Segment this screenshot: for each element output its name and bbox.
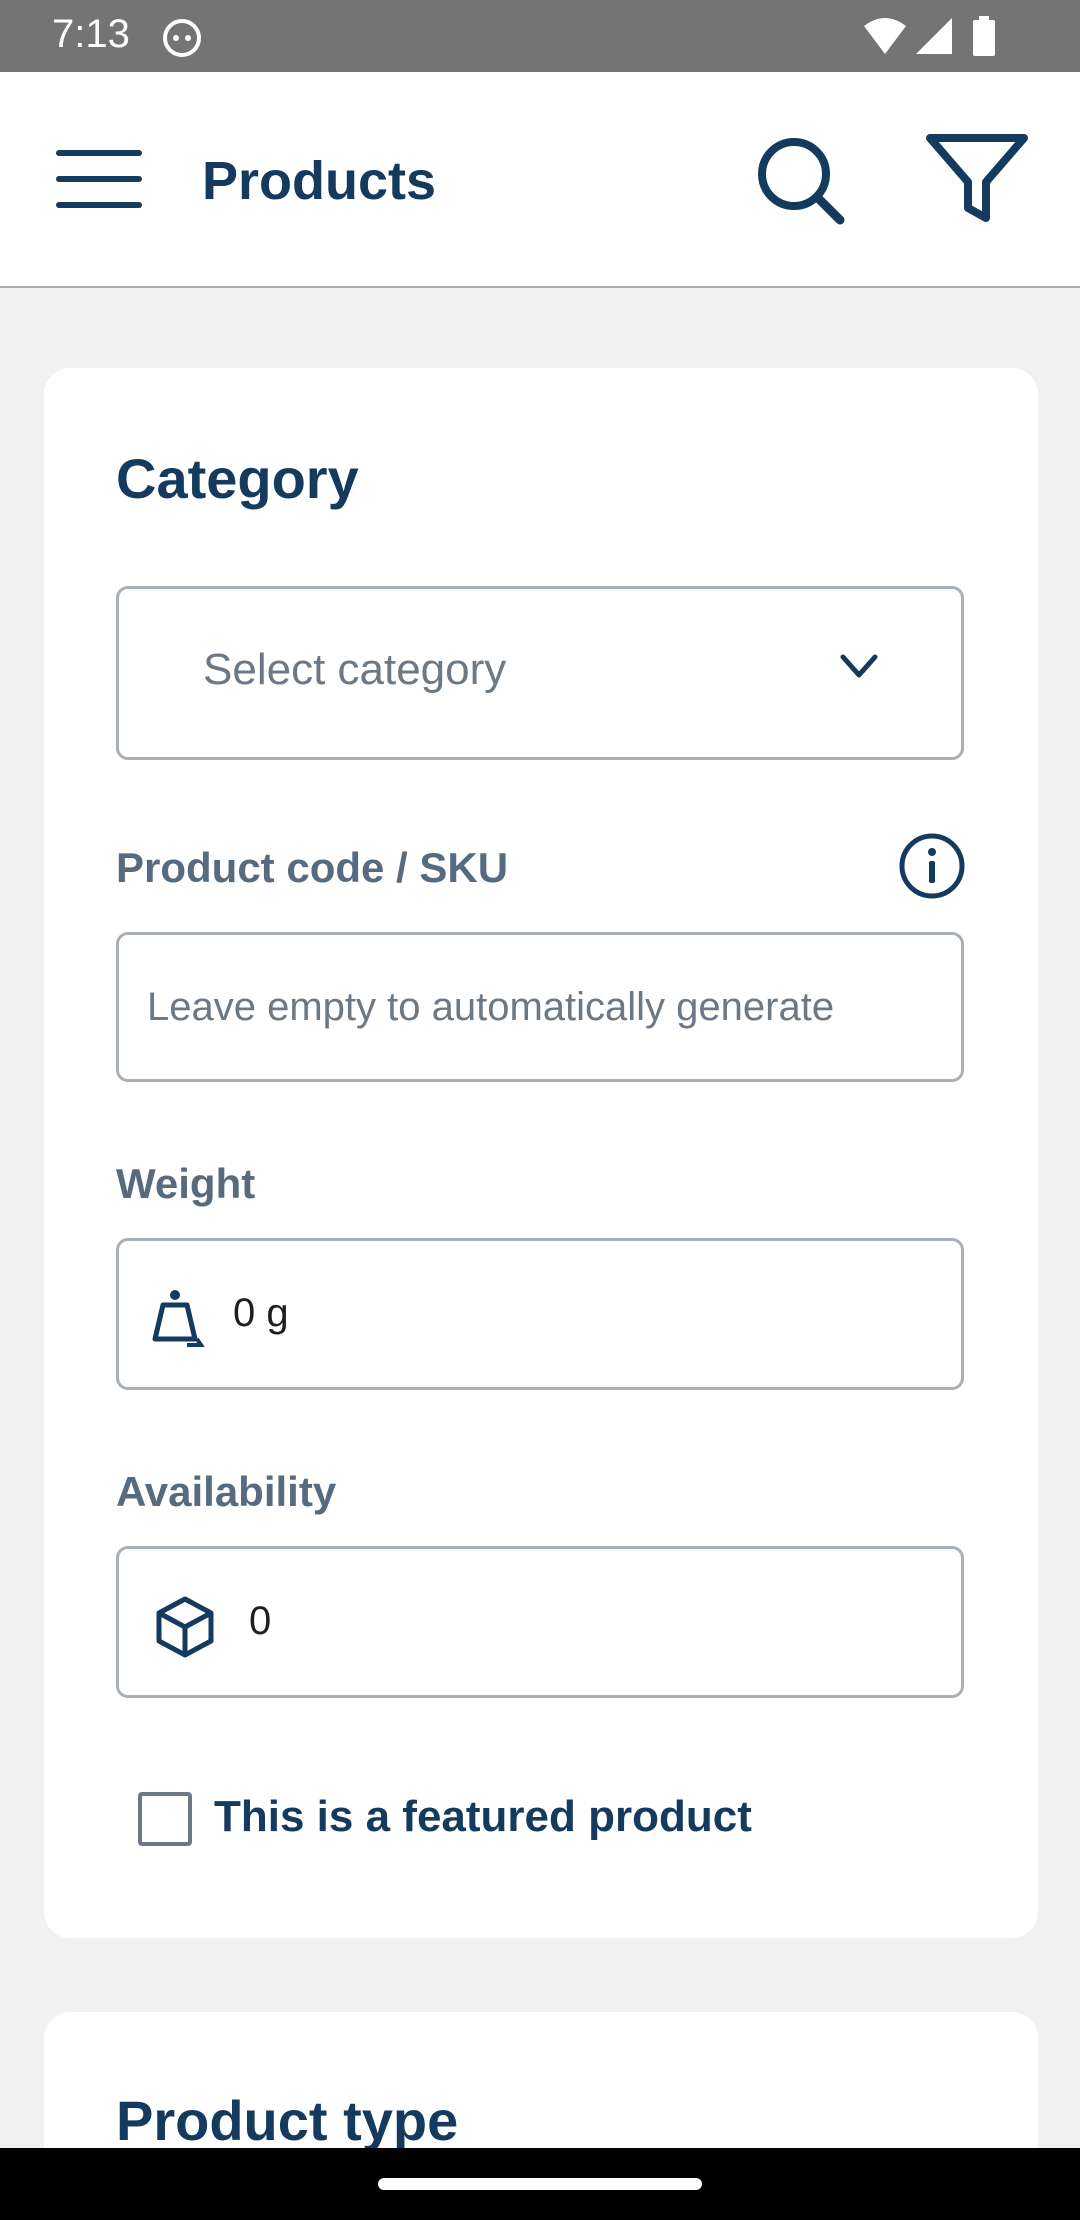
home-gesture-handle[interactable] — [378, 2178, 702, 2190]
availability-label: Availability — [116, 1468, 337, 1515]
box-icon — [156, 1596, 214, 1658]
app-notification-icon — [163, 19, 201, 57]
status-bar: 7:13 — [0, 0, 1080, 72]
system-nav-bar — [0, 2148, 1080, 2220]
search-icon[interactable] — [752, 132, 848, 228]
category-select[interactable]: Select category — [116, 586, 964, 760]
weight-label: Weight — [116, 1160, 256, 1207]
weight-icon — [152, 1290, 205, 1347]
product-details-card: Category Select category Product code / … — [44, 368, 1038, 1938]
sku-field[interactable]: Leave empty to automatically generate — [116, 932, 964, 1082]
signal-icon — [916, 18, 952, 54]
battery-icon — [973, 16, 995, 56]
weight-value: 0 g — [233, 1291, 289, 1335]
featured-checkbox-label[interactable]: This is a featured product — [214, 1792, 752, 1842]
page-title: Products — [202, 151, 437, 211]
availability-value: 0 — [249, 1599, 272, 1643]
filter-icon[interactable] — [924, 132, 1030, 228]
menu-icon[interactable] — [54, 144, 144, 214]
info-icon[interactable] — [898, 832, 966, 900]
chevron-down-icon — [840, 654, 878, 678]
category-title: Category — [116, 447, 359, 510]
app-bar: Products — [0, 72, 1080, 288]
featured-checkbox[interactable] — [138, 1792, 192, 1846]
product-type-title: Product type — [116, 2089, 459, 2152]
availability-field[interactable]: 0 — [116, 1546, 964, 1698]
sku-placeholder: Leave empty to automatically generate — [147, 985, 835, 1029]
wifi-icon — [864, 18, 906, 54]
category-select-value: Select category — [203, 645, 507, 694]
status-time: 7:13 — [52, 12, 130, 56]
weight-field[interactable]: 0 g — [116, 1238, 964, 1390]
sku-label: Product code / SKU — [116, 844, 509, 891]
